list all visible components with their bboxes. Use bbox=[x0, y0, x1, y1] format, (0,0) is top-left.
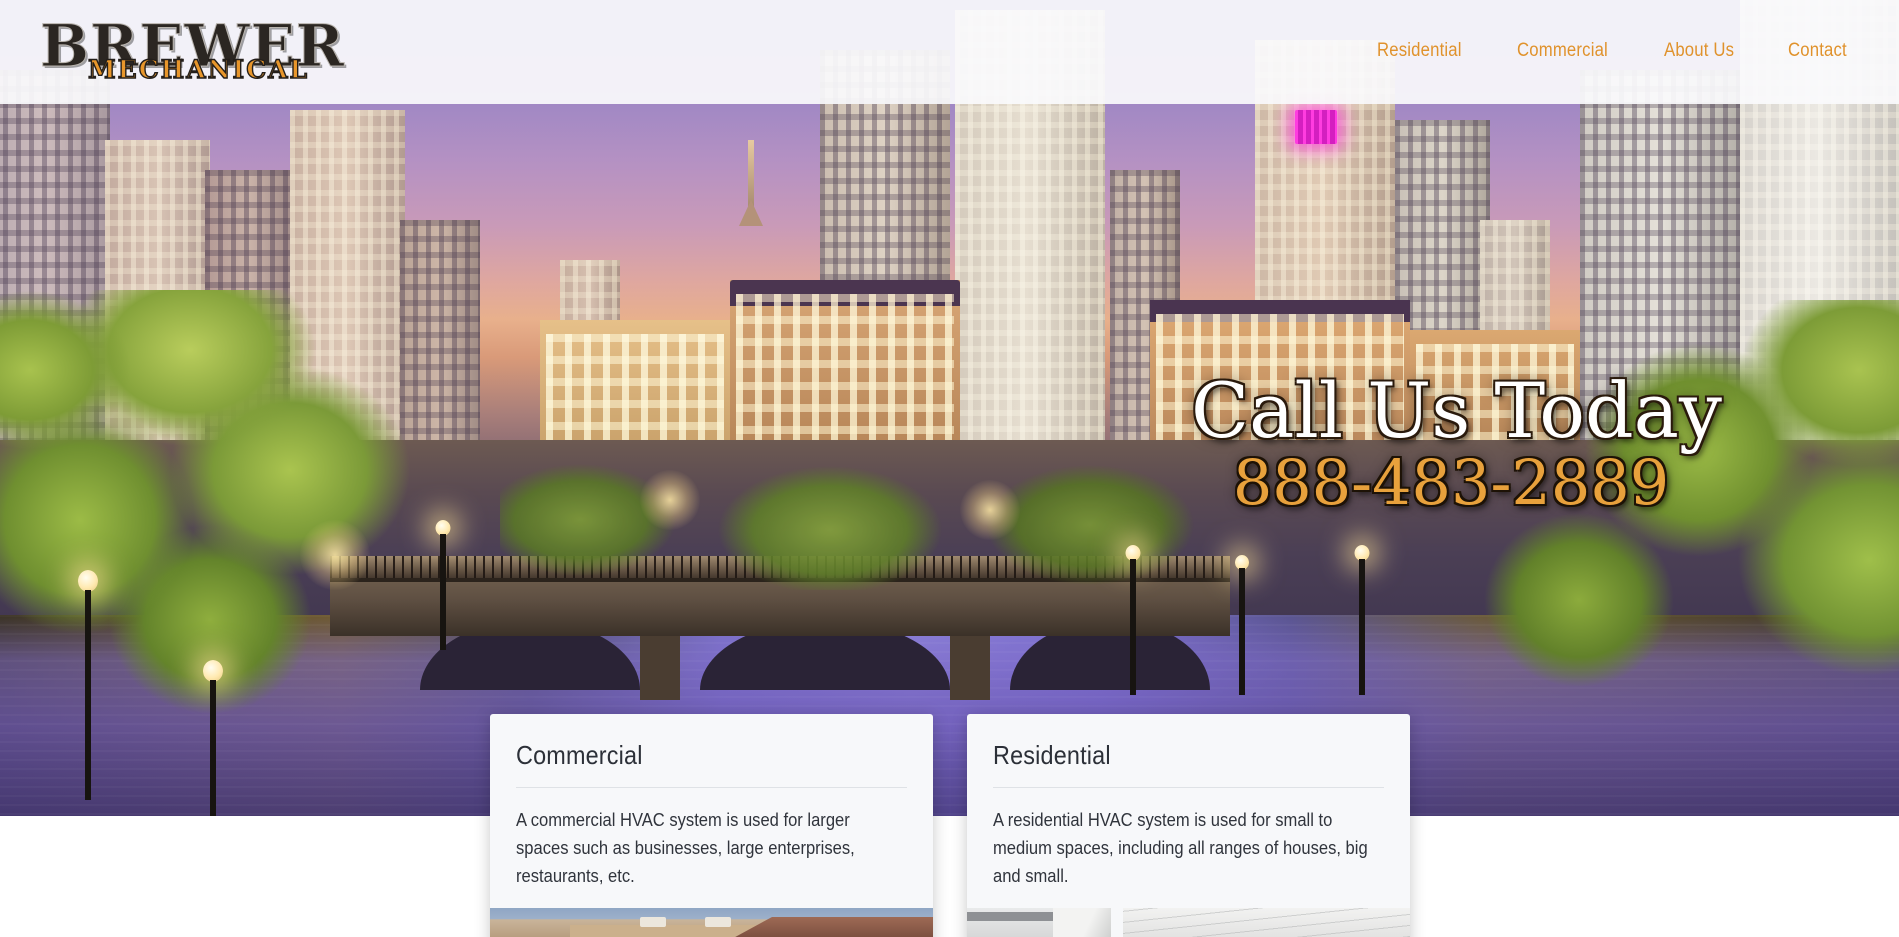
card-title: Residential bbox=[993, 740, 1111, 770]
nav-item-contact[interactable]: Contact bbox=[1788, 40, 1847, 62]
page-root: BREWER MECHANICAL Residential Commercial… bbox=[0, 0, 1899, 937]
commercial-card-image bbox=[490, 908, 933, 937]
main-navigation: Residential Commercial About Us Contact bbox=[1377, 40, 1855, 62]
tree-cluster-middle bbox=[500, 400, 1200, 590]
service-card-commercial: Commercial A commercial HVAC system is u… bbox=[490, 714, 933, 937]
brand-logo[interactable]: BREWER MECHANICAL bbox=[40, 16, 420, 90]
hero-callout: Call Us Today 888-483-2889 bbox=[1191, 366, 1722, 518]
card-title: Commercial bbox=[516, 740, 643, 770]
card-description: A commercial HVAC system is used for lar… bbox=[516, 810, 855, 886]
card-image-strips bbox=[490, 908, 1410, 937]
hero-phone-number[interactable]: 888-483-2889 bbox=[1191, 448, 1711, 518]
church-spire bbox=[748, 140, 754, 220]
nav-item-commercial[interactable]: Commercial bbox=[1517, 40, 1608, 62]
residential-card-images bbox=[967, 908, 1410, 937]
neon-sign bbox=[1295, 110, 1337, 144]
logo-tagline: MECHANICAL bbox=[87, 55, 310, 84]
nav-item-residential[interactable]: Residential bbox=[1377, 40, 1462, 62]
card-divider bbox=[516, 787, 907, 788]
hero-headline: Call Us Today bbox=[1191, 366, 1722, 455]
card-description: A residential HVAC system is used for sm… bbox=[993, 810, 1368, 886]
service-card-residential: Residential A residential HVAC system is… bbox=[967, 714, 1410, 937]
residential-card-image-1 bbox=[967, 908, 1111, 937]
nav-item-about-us[interactable]: About Us bbox=[1664, 40, 1734, 62]
residential-card-image-2 bbox=[1123, 908, 1410, 937]
service-cards: Commercial A commercial HVAC system is u… bbox=[490, 714, 1410, 937]
card-divider bbox=[993, 787, 1384, 788]
site-header: BREWER MECHANICAL Residential Commercial… bbox=[0, 0, 1899, 104]
